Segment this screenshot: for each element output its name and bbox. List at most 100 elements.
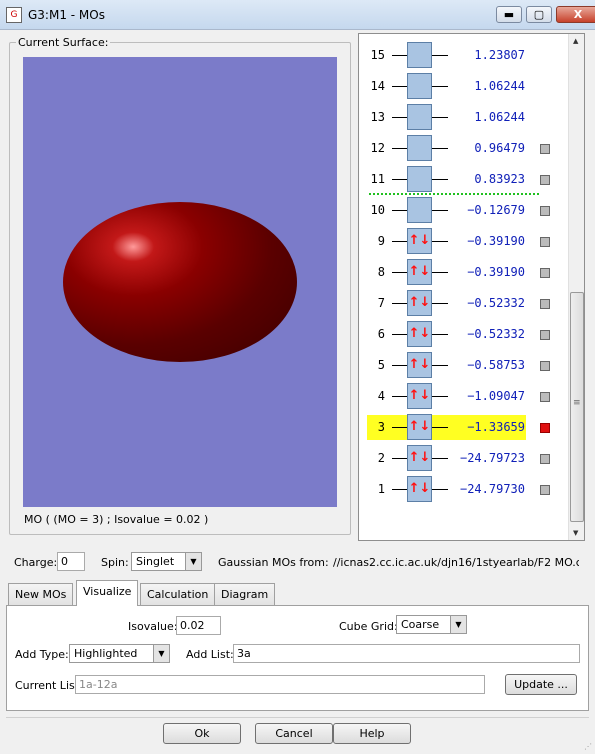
empty-orbital-box[interactable] <box>407 135 432 161</box>
tab-visualize[interactable]: Visualize <box>76 580 139 606</box>
empty-orbital-box[interactable] <box>407 73 432 99</box>
mo-select-checkbox[interactable] <box>540 361 550 371</box>
mo-row[interactable]: 10 −0.12679 <box>359 195 567 226</box>
empty-orbital-box[interactable] <box>407 166 432 192</box>
source-label: Gaussian MOs from: <box>218 556 329 569</box>
add-type-label: Add Type: <box>15 648 69 661</box>
mo-select-checkbox[interactable] <box>540 268 550 278</box>
electron-pair-icon[interactable]: ↑↓ <box>407 352 432 378</box>
homo-lumo-separator <box>369 193 539 195</box>
isovalue-field[interactable] <box>176 616 221 635</box>
mo-number: 2 <box>377 451 385 465</box>
mo-number: 9 <box>377 234 385 248</box>
mo-select-checkbox[interactable] <box>540 144 550 154</box>
mo-select-checkbox[interactable] <box>540 392 550 402</box>
maximize-button[interactable]: ▢ <box>526 6 552 23</box>
mo-select-checkbox[interactable] <box>540 454 550 464</box>
empty-orbital-box[interactable] <box>407 104 432 130</box>
orbital-isosurface <box>63 202 297 362</box>
mo-row[interactable]: 2 ↑↓ −24.79723 <box>359 443 567 474</box>
mo-number: 15 <box>370 48 385 62</box>
level-line <box>432 272 448 273</box>
cube-grid-select[interactable]: Coarse ▼ <box>396 615 467 634</box>
mo-select-checkbox[interactable] <box>540 423 550 433</box>
chevron-down-icon: ▼ <box>450 616 466 633</box>
tab-new-mos[interactable]: New MOs <box>8 583 74 605</box>
mo-row[interactable]: 5 ↑↓ −0.58753 <box>359 350 567 381</box>
mo-row[interactable]: 6 ↑↓ −0.52332 <box>359 319 567 350</box>
level-line <box>392 86 407 87</box>
mo-select-checkbox[interactable] <box>540 485 550 495</box>
mo-row[interactable]: 14 1.06244 <box>359 71 567 102</box>
level-line <box>392 334 407 335</box>
help-button[interactable]: Help <box>333 723 411 744</box>
cancel-button[interactable]: Cancel <box>255 723 333 744</box>
level-line <box>392 148 407 149</box>
minimize-button[interactable]: ▬ <box>496 6 522 23</box>
level-line <box>392 489 407 490</box>
level-line <box>392 241 407 242</box>
mo-select-checkbox[interactable] <box>540 175 550 185</box>
spin-select[interactable]: Singlet ▼ <box>131 552 202 571</box>
level-line <box>392 427 407 428</box>
mo-row[interactable]: 13 1.06244 <box>359 102 567 133</box>
mo-row[interactable]: 11 0.83923 <box>359 164 567 195</box>
mo-row[interactable]: 9 ↑↓ −0.39190 <box>359 226 567 257</box>
tab-diagram[interactable]: Diagram <box>214 583 276 605</box>
mo-select-checkbox[interactable] <box>540 237 550 247</box>
mo-row[interactable]: 1 ↑↓ −24.79730 <box>359 474 567 505</box>
mo-number: 10 <box>370 203 385 217</box>
grip-icon: ≡ <box>573 398 581 408</box>
electron-pair-icon[interactable]: ↑↓ <box>407 445 432 471</box>
ok-button[interactable]: Ok <box>163 723 241 744</box>
empty-orbital-box[interactable] <box>407 42 432 68</box>
mo-level-panel[interactable]: 15 1.23807 14 1.06244 13 1.06244 12 0.96479 11 0.… <box>358 33 585 541</box>
electron-pair-icon[interactable]: ↑↓ <box>407 383 432 409</box>
mo-energy: −0.58753 <box>467 358 525 372</box>
level-line <box>392 179 407 180</box>
level-line <box>432 148 448 149</box>
mo-number: 8 <box>377 265 385 279</box>
mo-row[interactable]: 3 ↑↓ −1.33659 <box>359 412 567 443</box>
window-title: G3:M1 - MOs <box>28 8 105 22</box>
mo-row[interactable]: 4 ↑↓ −1.09047 <box>359 381 567 412</box>
mo-energy: 1.06244 <box>474 79 525 93</box>
mo-select-checkbox[interactable] <box>540 330 550 340</box>
electron-pair-icon[interactable]: ↑↓ <box>407 228 432 254</box>
close-button[interactable]: X <box>556 6 595 23</box>
charge-field[interactable] <box>57 552 85 571</box>
scroll-up-icon[interactable]: ▲ <box>573 37 578 45</box>
add-type-select[interactable]: Highlighted ▼ <box>69 644 170 663</box>
electron-pair-icon[interactable]: ↑↓ <box>407 259 432 285</box>
mo-energy: −1.33659 <box>467 420 525 434</box>
source-path: //icnas2.cc.ic.ac.uk/djn16/1styearlab/F2… <box>333 556 579 569</box>
add-list-field[interactable] <box>233 644 580 663</box>
empty-orbital-box[interactable] <box>407 197 432 223</box>
tab-calculation[interactable]: Calculation <box>140 583 216 605</box>
resize-grip-icon[interactable]: ⋰ <box>584 742 592 751</box>
mo-row[interactable]: 7 ↑↓ −0.52332 <box>359 288 567 319</box>
mo-number: 3 <box>377 420 385 434</box>
mo-scrollbar[interactable]: ▲ ≡ ▼ <box>568 34 584 540</box>
electron-pair-icon[interactable]: ↑↓ <box>407 476 432 502</box>
scroll-thumb[interactable]: ≡ <box>570 292 584 522</box>
mo-row[interactable]: 8 ↑↓ −0.39190 <box>359 257 567 288</box>
surface-caption: MO ( (MO = 3) ; Isovalue = 0.02 ) <box>24 513 209 526</box>
level-line <box>432 303 448 304</box>
level-line <box>432 427 448 428</box>
electron-pair-icon[interactable]: ↑↓ <box>407 414 432 440</box>
scroll-down-icon[interactable]: ▼ <box>573 529 578 537</box>
surface-viewport[interactable] <box>23 57 337 507</box>
electron-pair-icon[interactable]: ↑↓ <box>407 321 432 347</box>
mo-select-checkbox[interactable] <box>540 299 550 309</box>
level-line <box>392 55 407 56</box>
mo-select-checkbox[interactable] <box>540 206 550 216</box>
mo-row[interactable]: 12 0.96479 <box>359 133 567 164</box>
level-line <box>392 272 407 273</box>
mo-row[interactable]: 15 1.23807 <box>359 40 567 71</box>
update-button[interactable]: Update ... <box>505 674 577 695</box>
electron-pair-icon[interactable]: ↑↓ <box>407 290 432 316</box>
level-line <box>392 365 407 366</box>
visualize-panel: Isovalue: Cube Grid: Coarse ▼ Add Type: … <box>6 605 589 711</box>
mo-number: 12 <box>370 141 385 155</box>
